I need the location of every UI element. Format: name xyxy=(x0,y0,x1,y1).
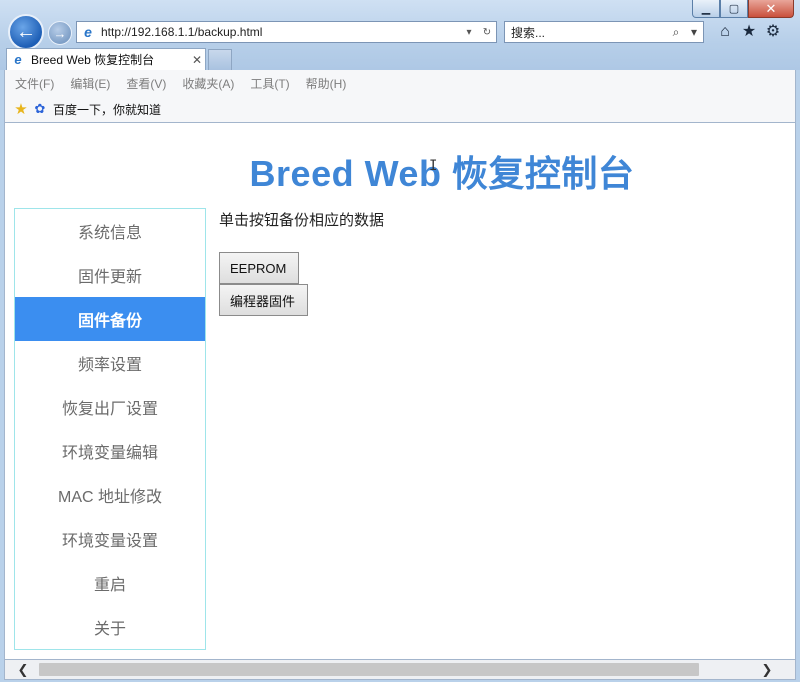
gear-icon[interactable]: ⚙ xyxy=(764,22,782,42)
page-viewport: Breed Web 恢复控制台 I 系统信息 固件更新 固件备份 频率设置 恢复… xyxy=(4,123,796,659)
sidebar-item-env-settings[interactable]: 环境变量设置 xyxy=(15,517,205,561)
address-url[interactable]: http://192.168.1.1/backup.html xyxy=(97,25,460,39)
scroll-right-icon[interactable]: ❯ xyxy=(757,660,777,679)
sidebar-item-factory-reset[interactable]: 恢复出厂设置 xyxy=(15,385,205,429)
sidebar: 系统信息 固件更新 固件备份 频率设置 恢复出厂设置 环境变量编辑 MAC 地址… xyxy=(14,208,206,650)
menu-tools[interactable]: 工具(T) xyxy=(250,75,289,92)
tab-breed-web[interactable]: e Breed Web 恢复控制台 ✕ xyxy=(6,48,206,70)
browser-window: ▁ ▢ ✕ ← → e http://192.168.1.1/backup.ht… xyxy=(0,0,800,682)
close-window-button[interactable]: ✕ xyxy=(748,0,794,18)
home-icon[interactable]: ⌂ xyxy=(716,22,734,42)
search-input[interactable]: 搜索... xyxy=(505,24,667,41)
sidebar-item-firmware-backup[interactable]: 固件备份 xyxy=(15,297,205,341)
text-cursor-icon: I xyxy=(429,158,438,174)
menu-help[interactable]: 帮助(H) xyxy=(306,75,347,92)
sidebar-item-system-info[interactable]: 系统信息 xyxy=(15,209,205,253)
arrow-right-icon: → xyxy=(53,25,67,41)
tab-title: Breed Web 恢复控制台 xyxy=(31,53,155,67)
favorites-bar: ★ ✿ 百度一下，你就知道 xyxy=(4,96,796,123)
arrow-left-icon: ← xyxy=(16,20,36,43)
eeprom-backup-button[interactable]: EEPROM xyxy=(219,252,299,284)
new-tab-button[interactable] xyxy=(208,49,232,70)
horizontal-scrollbar[interactable]: ❮ ❯ xyxy=(4,659,796,680)
baidu-paw-icon: ✿ xyxy=(34,101,46,116)
scrollbar-thumb[interactable] xyxy=(39,663,699,676)
search-dropdown-icon[interactable]: ▾ xyxy=(685,25,703,39)
favorites-icon[interactable]: ★ xyxy=(740,22,758,42)
menu-view[interactable]: 查看(V) xyxy=(126,75,166,92)
browser-tools: ⌂ ★ ⚙ xyxy=(716,22,782,42)
address-dropdown-icon[interactable]: ▾ xyxy=(460,27,478,38)
backup-content: 单击按钮备份相应的数据 EEPROM 编程器固件 xyxy=(219,209,385,316)
menu-edit[interactable]: 编辑(E) xyxy=(70,75,110,92)
forward-button[interactable]: → xyxy=(48,21,72,45)
maximize-button[interactable]: ▢ xyxy=(720,0,748,18)
sidebar-item-frequency-settings[interactable]: 频率设置 xyxy=(15,341,205,385)
scroll-left-icon[interactable]: ❮ xyxy=(13,660,33,679)
address-bar[interactable]: e http://192.168.1.1/backup.html ▾ ↻ xyxy=(76,21,497,43)
menu-favorites[interactable]: 收藏夹(A) xyxy=(182,75,234,92)
backup-buttons: EEPROM 编程器固件 xyxy=(219,252,339,316)
sidebar-item-reboot[interactable]: 重启 xyxy=(15,561,205,605)
sidebar-item-about[interactable]: 关于 xyxy=(15,605,205,649)
search-box[interactable]: 搜索... ⌕ ▾ xyxy=(504,21,704,43)
programmer-firmware-backup-button[interactable]: 编程器固件 xyxy=(219,284,308,316)
page-title: Breed Web 恢复控制台 xyxy=(249,153,635,194)
window-controls: ▁ ▢ ✕ xyxy=(692,0,794,18)
back-button[interactable]: ← xyxy=(8,14,44,50)
minimize-button[interactable]: ▁ xyxy=(692,0,720,18)
ie-page-icon: e xyxy=(84,24,92,40)
sidebar-item-firmware-update[interactable]: 固件更新 xyxy=(15,253,205,297)
backup-instruction: 单击按钮备份相应的数据 xyxy=(219,212,385,229)
close-icon: ✕ xyxy=(765,0,777,16)
tab-close-icon[interactable]: ✕ xyxy=(189,53,205,67)
menu-file[interactable]: 文件(F) xyxy=(15,75,54,92)
maximize-icon: ▢ xyxy=(728,3,740,15)
search-icon[interactable]: ⌕ xyxy=(667,25,685,40)
refresh-icon[interactable]: ↻ xyxy=(478,27,496,38)
sidebar-item-env-edit[interactable]: 环境变量编辑 xyxy=(15,429,205,473)
favorite-link-baidu[interactable]: 百度一下，你就知道 xyxy=(49,101,161,118)
menu-bar: 文件(F) 编辑(E) 查看(V) 收藏夹(A) 工具(T) 帮助(H) xyxy=(4,70,796,96)
ie-tab-icon: e xyxy=(14,52,22,67)
sidebar-item-mac-edit[interactable]: MAC 地址修改 xyxy=(15,473,205,517)
minimize-icon: ▁ xyxy=(701,3,711,15)
add-favorite-star-icon[interactable]: ★ xyxy=(11,100,31,118)
